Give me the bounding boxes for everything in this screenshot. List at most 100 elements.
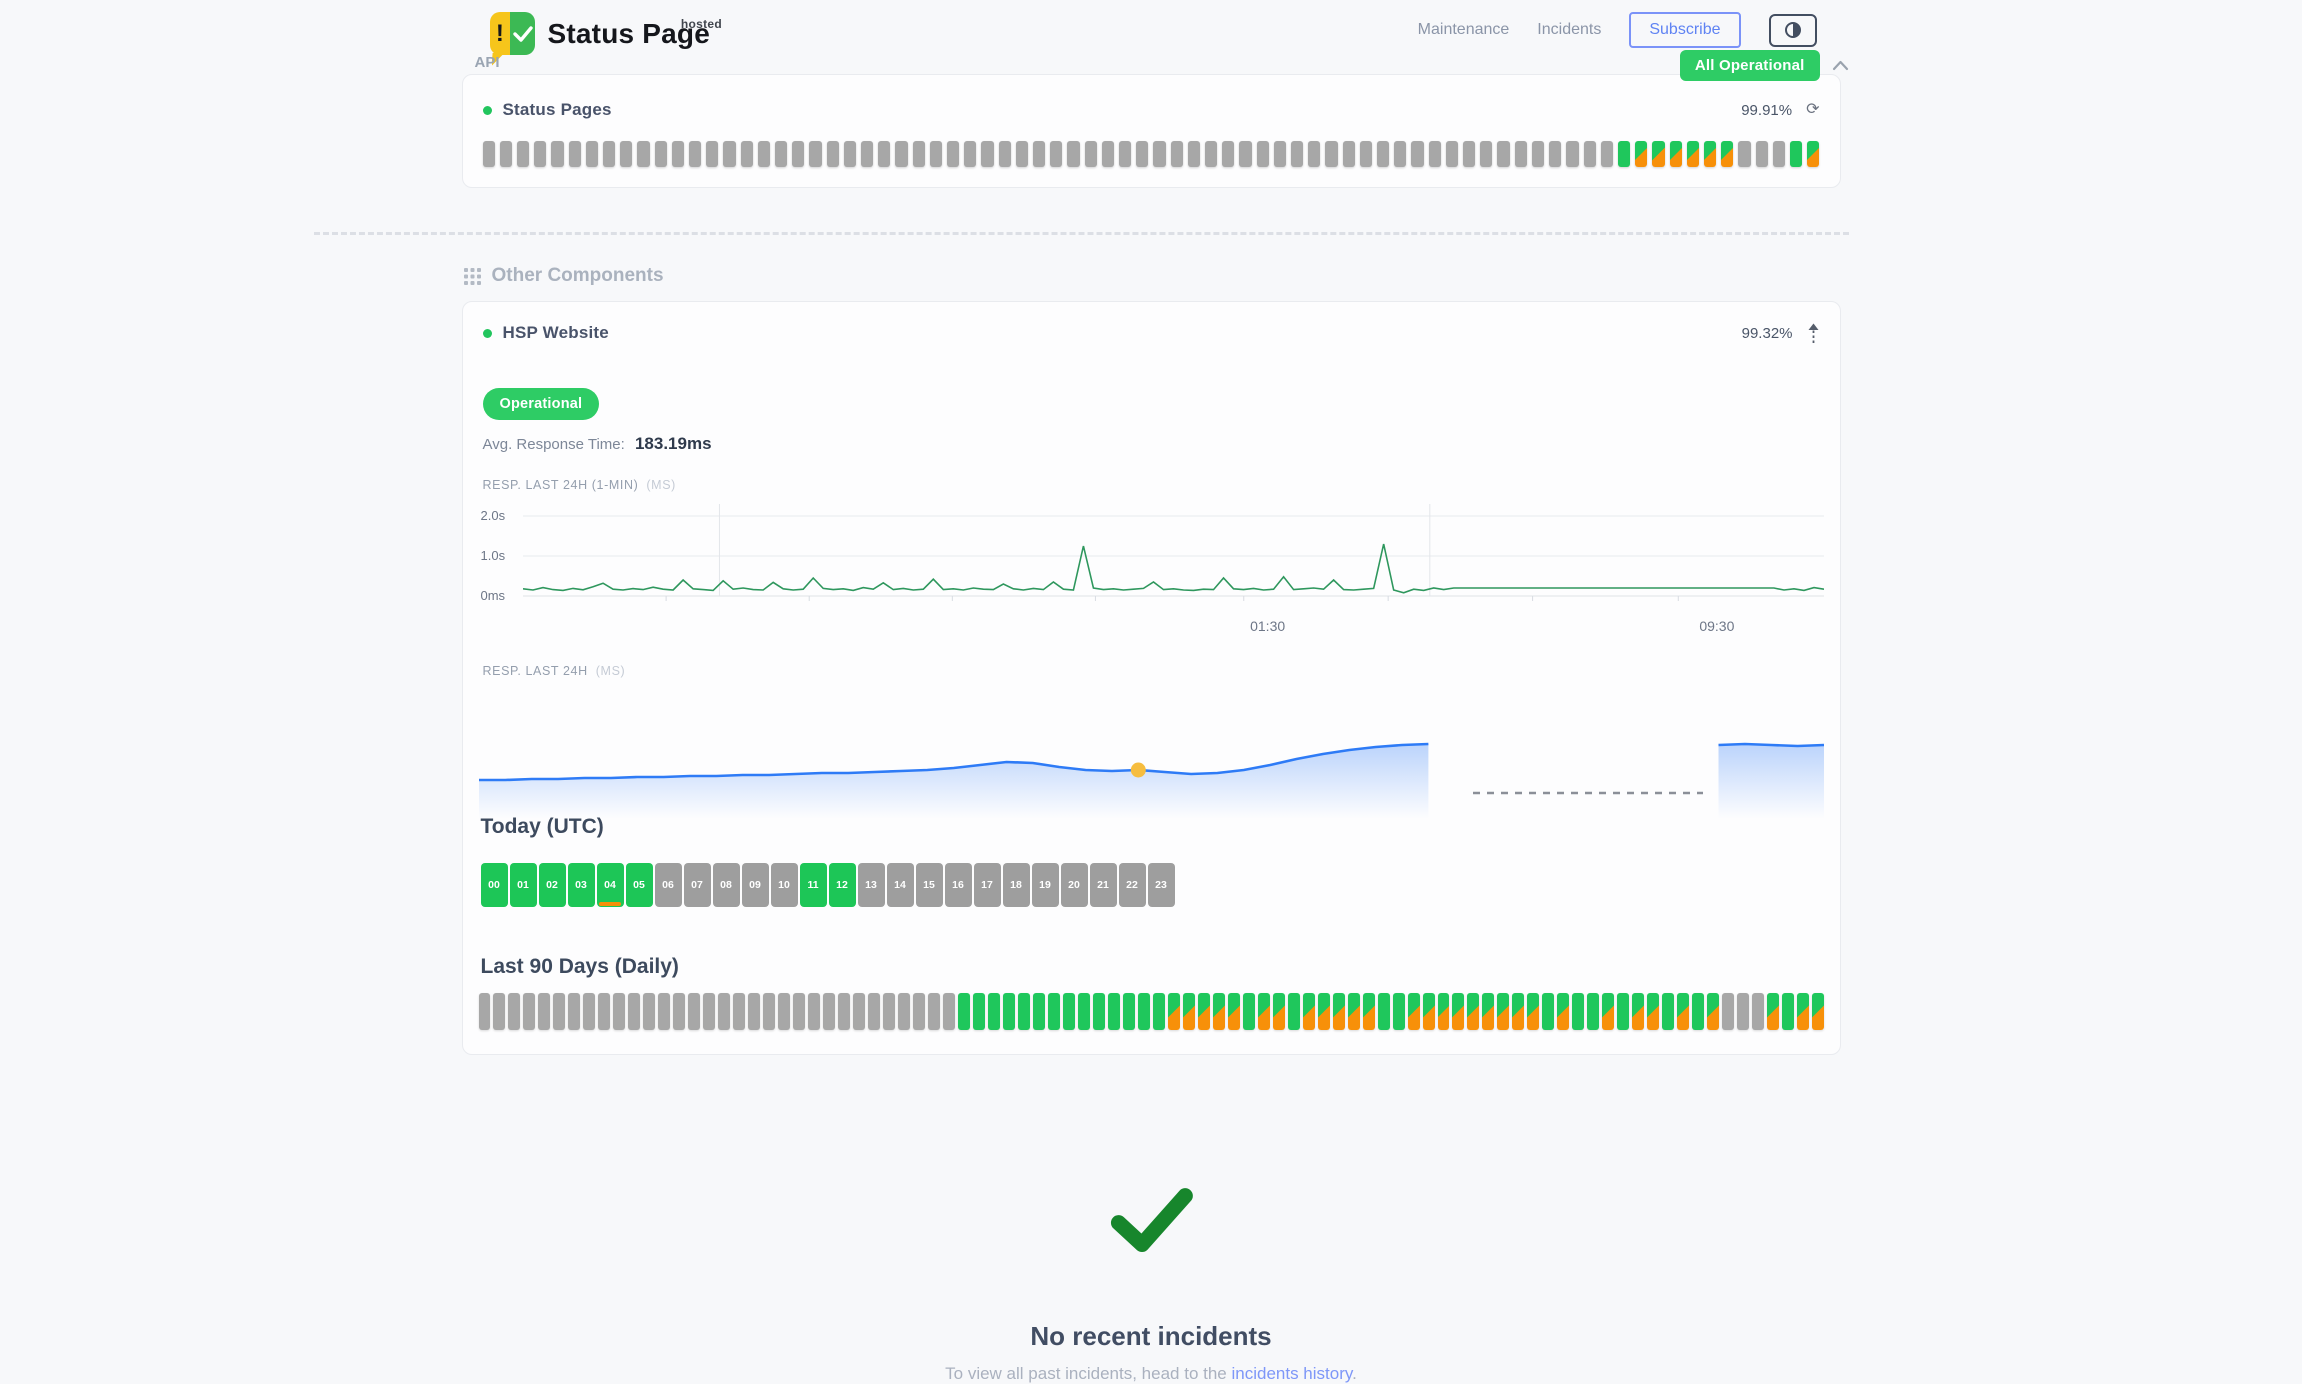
- uptime-bar[interactable]: [1584, 141, 1596, 167]
- uptime-bar[interactable]: [809, 141, 821, 167]
- component-row-status-pages[interactable]: Status Pages 99.91% ⟳: [479, 95, 1824, 125]
- daily-uptime-bar[interactable]: [1183, 993, 1195, 1030]
- uptime-bar[interactable]: [1016, 141, 1028, 167]
- daily-uptime-bar[interactable]: [1632, 993, 1644, 1030]
- daily-uptime-bar[interactable]: [958, 993, 970, 1030]
- uptime-bar[interactable]: [1205, 141, 1217, 167]
- daily-uptime-bar[interactable]: [1078, 993, 1090, 1030]
- uptime-bar[interactable]: [844, 141, 856, 167]
- uptime-bar[interactable]: [1188, 141, 1200, 167]
- hour-cell-18[interactable]: 18: [1003, 863, 1030, 907]
- uptime-bar[interactable]: [1532, 141, 1544, 167]
- uptime-bar[interactable]: [1343, 141, 1355, 167]
- theme-toggle-button[interactable]: [1769, 14, 1817, 47]
- uptime-bar[interactable]: [1756, 141, 1768, 167]
- uptime-bar[interactable]: [1239, 141, 1251, 167]
- hour-cell-05[interactable]: 05: [626, 863, 653, 907]
- daily-uptime-bar[interactable]: [688, 993, 700, 1030]
- uptime-bar[interactable]: [483, 141, 495, 167]
- uptime-bar[interactable]: [1119, 141, 1131, 167]
- daily-uptime-bar[interactable]: [1333, 993, 1345, 1030]
- hour-cell-01[interactable]: 01: [510, 863, 537, 907]
- uptime-bar[interactable]: [964, 141, 976, 167]
- daily-uptime-bar[interactable]: [568, 993, 580, 1030]
- hour-cell-13[interactable]: 13: [858, 863, 885, 907]
- daily-uptime-bar[interactable]: [1452, 993, 1464, 1030]
- daily-uptime-bar[interactable]: [778, 993, 790, 1030]
- hour-cell-10[interactable]: 10: [771, 863, 798, 907]
- daily-uptime-bar[interactable]: [1527, 993, 1539, 1030]
- uptime-bar[interactable]: [930, 141, 942, 167]
- daily-uptime-bar[interactable]: [479, 993, 491, 1030]
- uptime-bar[interactable]: [517, 141, 529, 167]
- incidents-history-link[interactable]: incidents history: [1231, 1364, 1352, 1383]
- collapse-arrow-up-icon[interactable]: [1807, 323, 1820, 344]
- hour-cell-23[interactable]: 23: [1148, 863, 1175, 907]
- daily-uptime-bar[interactable]: [838, 993, 850, 1030]
- uptime-bar[interactable]: [1411, 141, 1423, 167]
- uptime-bar[interactable]: [1308, 141, 1320, 167]
- daily-uptime-bar[interactable]: [898, 993, 910, 1030]
- uptime-bar[interactable]: [1635, 141, 1647, 167]
- refresh-icon[interactable]: ⟳: [1806, 102, 1819, 118]
- daily-uptime-bar[interactable]: [598, 993, 610, 1030]
- uptime-bar[interactable]: [603, 141, 615, 167]
- daily-uptime-bar[interactable]: [1228, 993, 1240, 1030]
- hour-cell-11[interactable]: 11: [800, 863, 827, 907]
- subscribe-button[interactable]: Subscribe: [1629, 12, 1740, 48]
- hour-cell-15[interactable]: 15: [916, 863, 943, 907]
- uptime-bar[interactable]: [878, 141, 890, 167]
- daily-uptime-bar[interactable]: [1198, 993, 1210, 1030]
- daily-uptime-bar[interactable]: [1692, 993, 1704, 1030]
- daily-uptime-bar[interactable]: [943, 993, 955, 1030]
- uptime-bar[interactable]: [1067, 141, 1079, 167]
- hour-cell-17[interactable]: 17: [974, 863, 1001, 907]
- uptime-bar[interactable]: [1687, 141, 1699, 167]
- hour-cell-12[interactable]: 12: [829, 863, 856, 907]
- uptime-bar[interactable]: [655, 141, 667, 167]
- daily-uptime-bar[interactable]: [658, 993, 670, 1030]
- daily-uptime-bar[interactable]: [1363, 993, 1375, 1030]
- uptime-bar[interactable]: [637, 141, 649, 167]
- uptime-bar[interactable]: [1136, 141, 1148, 167]
- daily-uptime-bar[interactable]: [1587, 993, 1599, 1030]
- uptime-bar[interactable]: [1446, 141, 1458, 167]
- daily-uptime-bar[interactable]: [643, 993, 655, 1030]
- daily-uptime-bar[interactable]: [733, 993, 745, 1030]
- hour-cell-03[interactable]: 03: [568, 863, 595, 907]
- daily-uptime-bar[interactable]: [1303, 993, 1315, 1030]
- chevron-up-icon[interactable]: [1832, 60, 1849, 71]
- daily-uptime-bar[interactable]: [1767, 993, 1779, 1030]
- daily-uptime-bar[interactable]: [1512, 993, 1524, 1030]
- uptime-bar[interactable]: [775, 141, 787, 167]
- uptime-bar[interactable]: [1102, 141, 1114, 167]
- hour-cell-19[interactable]: 19: [1032, 863, 1059, 907]
- uptime-bar[interactable]: [1274, 141, 1286, 167]
- daily-uptime-bar[interactable]: [1168, 993, 1180, 1030]
- uptime-bar[interactable]: [1515, 141, 1527, 167]
- daily-uptime-bar[interactable]: [808, 993, 820, 1030]
- daily-uptime-bar[interactable]: [1108, 993, 1120, 1030]
- uptime-bar[interactable]: [947, 141, 959, 167]
- daily-uptime-bar[interactable]: [1482, 993, 1494, 1030]
- daily-uptime-bar[interactable]: [553, 993, 565, 1030]
- uptime-bar[interactable]: [741, 141, 753, 167]
- hour-cell-16[interactable]: 16: [945, 863, 972, 907]
- uptime-bar[interactable]: [1257, 141, 1269, 167]
- daily-uptime-bar[interactable]: [1393, 993, 1405, 1030]
- daily-uptime-bar[interactable]: [928, 993, 940, 1030]
- uptime-bar[interactable]: [999, 141, 1011, 167]
- daily-uptime-bar[interactable]: [1782, 993, 1794, 1030]
- daily-uptime-bar[interactable]: [1542, 993, 1554, 1030]
- daily-uptime-bar[interactable]: [1018, 993, 1030, 1030]
- daily-uptime-bar[interactable]: [1123, 993, 1135, 1030]
- daily-uptime-bar[interactable]: [1662, 993, 1674, 1030]
- daily-uptime-bar[interactable]: [1243, 993, 1255, 1030]
- uptime-bar[interactable]: [1360, 141, 1372, 167]
- nav-maintenance[interactable]: Maintenance: [1418, 21, 1510, 39]
- uptime-bar[interactable]: [1222, 141, 1234, 167]
- uptime-bar[interactable]: [1773, 141, 1785, 167]
- uptime-bar[interactable]: [1566, 141, 1578, 167]
- daily-uptime-bar[interactable]: [748, 993, 760, 1030]
- daily-uptime-bar[interactable]: [1138, 993, 1150, 1030]
